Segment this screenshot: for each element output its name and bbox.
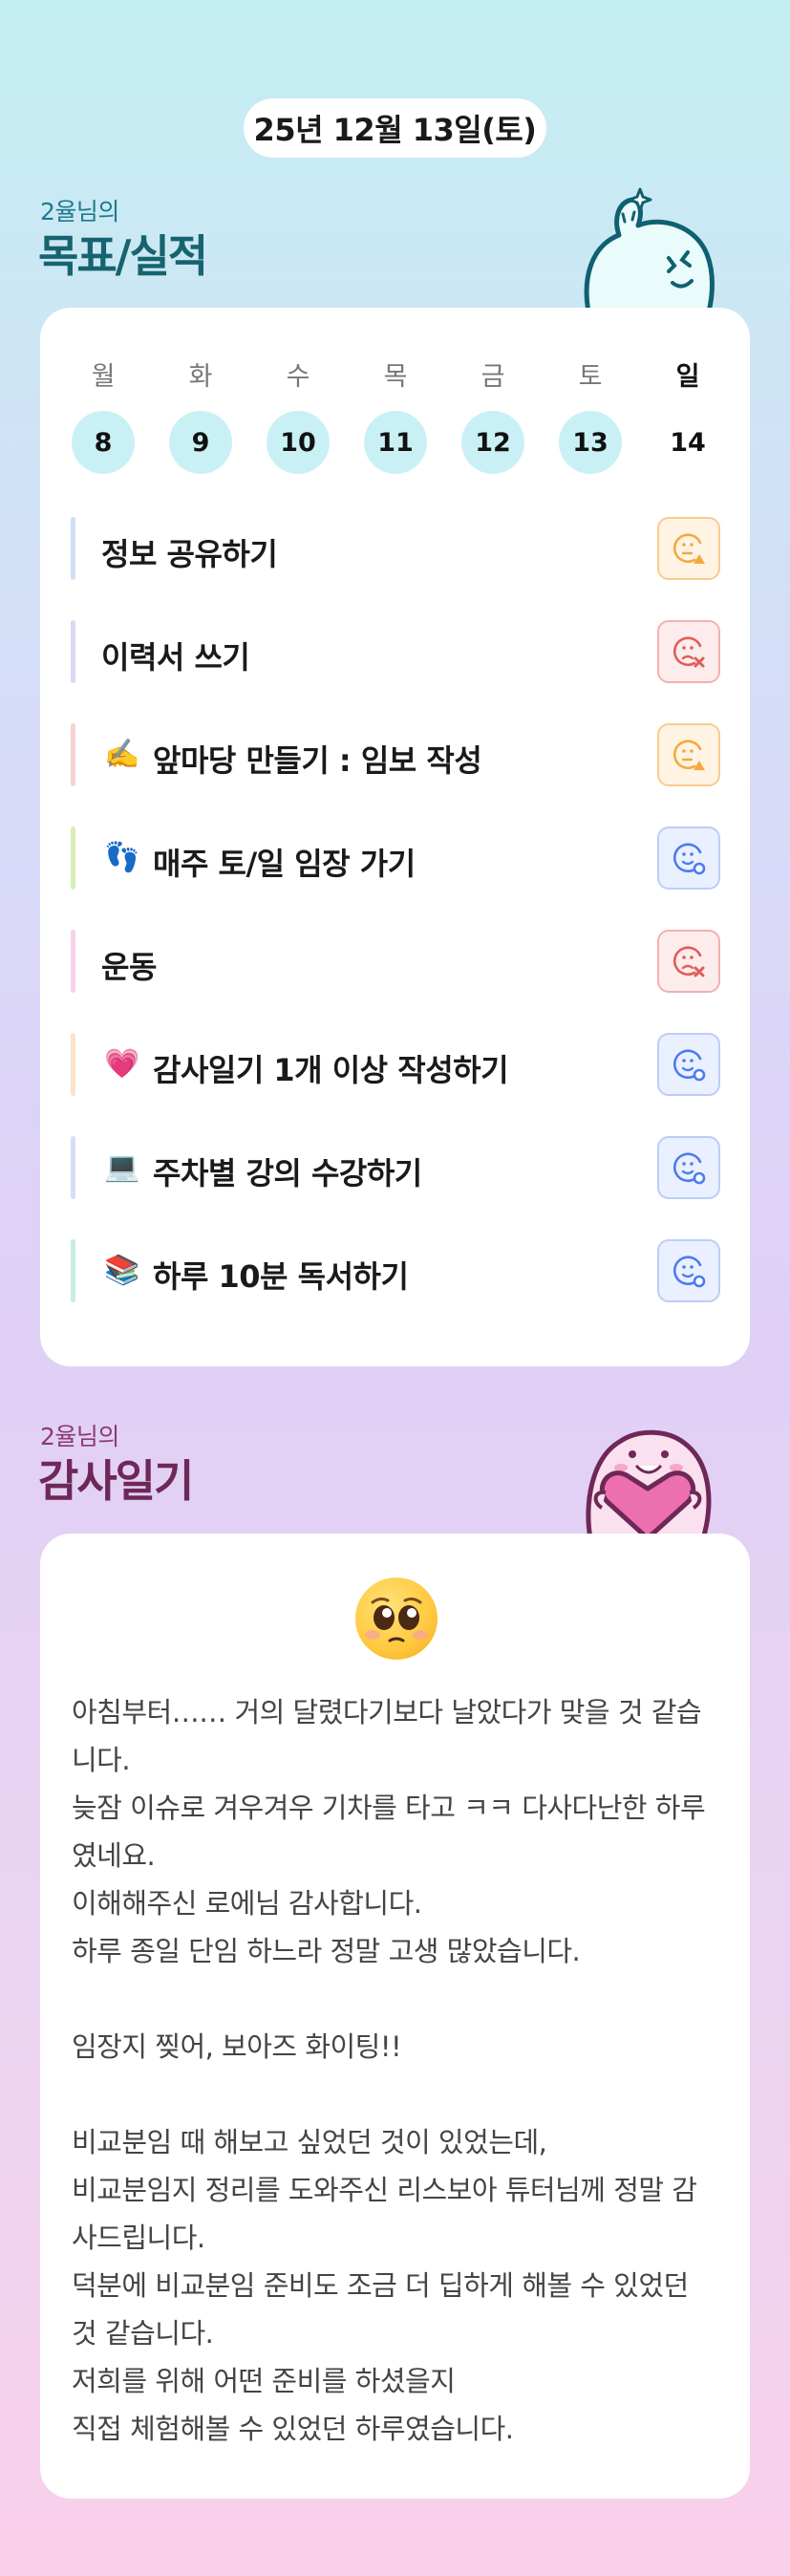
goal-label: 정보 공유하기	[101, 536, 278, 572]
status-warning-icon[interactable]	[657, 517, 720, 580]
goal-item[interactable]: ✍️ 앞마당 만들기 : 임보 작성	[71, 723, 720, 786]
heart-hug-mascot-icon	[586, 1429, 712, 1538]
goal-label: 운동	[101, 949, 157, 985]
status-success-icon[interactable]	[657, 1033, 720, 1096]
goal-bar	[71, 620, 75, 683]
weekday-fri: 금	[480, 362, 505, 392]
date-pill: 25년 12월 13일(토)	[244, 98, 546, 158]
goal-label: 감사일기 1개 이상 작성하기	[153, 1052, 509, 1088]
weekday-wed: 수	[286, 362, 310, 392]
day-14[interactable]: 14	[656, 411, 719, 474]
books-icon: 📚	[104, 1254, 140, 1287]
date-label: 25년 12월 13일(토)	[253, 112, 537, 148]
weekday-tue: 화	[188, 362, 213, 392]
goal-label: 앞마당 만들기 : 임보 작성	[153, 742, 482, 779]
goal-label: 이력서 쓰기	[101, 639, 250, 676]
weekday-mon: 월	[91, 362, 116, 392]
goal-bar	[71, 517, 75, 580]
day-9[interactable]: 9	[169, 411, 232, 474]
goal-item[interactable]: 📚 하루 10분 독서하기	[71, 1239, 720, 1302]
writing-hand-icon: ✍️	[104, 738, 140, 771]
goal-item[interactable]: 💗 감사일기 1개 이상 작성하기	[71, 1033, 720, 1096]
goal-bar	[71, 826, 75, 890]
weekday-sat: 토	[578, 362, 603, 392]
goal-item[interactable]: 정보 공유하기	[71, 517, 720, 580]
weekday-thu: 목	[383, 362, 408, 392]
goal-item[interactable]: 👣 매주 토/일 임장 가기	[71, 826, 720, 890]
status-fail-icon[interactable]	[657, 620, 720, 683]
pleading-face-icon	[355, 1578, 438, 1660]
goal-bar	[71, 723, 75, 786]
goal-item[interactable]: 운동	[71, 930, 720, 993]
goal-bar	[71, 930, 75, 993]
gratitude-title: 감사일기	[38, 1455, 194, 1507]
waving-mascot-icon	[584, 187, 715, 311]
day-8[interactable]: 8	[72, 411, 135, 474]
day-10[interactable]: 10	[267, 411, 330, 474]
diary-text: 아침부터…… 거의 달렸다기보다 날았다가 맞을 것 같습니다. 늦잠 이슈로 …	[72, 1696, 706, 2445]
day-13[interactable]: 13	[559, 411, 622, 474]
weekday-sun: 일	[675, 362, 700, 392]
goal-item[interactable]: 💻 주차별 강의 수강하기	[71, 1136, 720, 1199]
laptop-icon: 💻	[104, 1150, 140, 1184]
goal-bar	[71, 1239, 75, 1302]
goal-label: 하루 10분 독서하기	[153, 1258, 409, 1295]
goal-item[interactable]: 이력서 쓰기	[71, 620, 720, 683]
status-success-icon[interactable]	[657, 1136, 720, 1199]
status-success-icon[interactable]	[657, 1239, 720, 1302]
day-12[interactable]: 12	[461, 411, 524, 474]
goal-bar	[71, 1033, 75, 1096]
status-success-icon[interactable]	[657, 826, 720, 890]
status-fail-icon[interactable]	[657, 930, 720, 993]
goals-title: 목표/실적	[38, 230, 208, 282]
heart-icon: 💗	[104, 1047, 140, 1081]
status-warning-icon[interactable]	[657, 723, 720, 786]
goal-bar	[71, 1136, 75, 1199]
footprints-icon: 👣	[104, 841, 140, 874]
goal-label: 매주 토/일 임장 가기	[153, 846, 416, 882]
goal-label: 주차별 강의 수강하기	[153, 1155, 422, 1191]
day-11[interactable]: 11	[364, 411, 427, 474]
